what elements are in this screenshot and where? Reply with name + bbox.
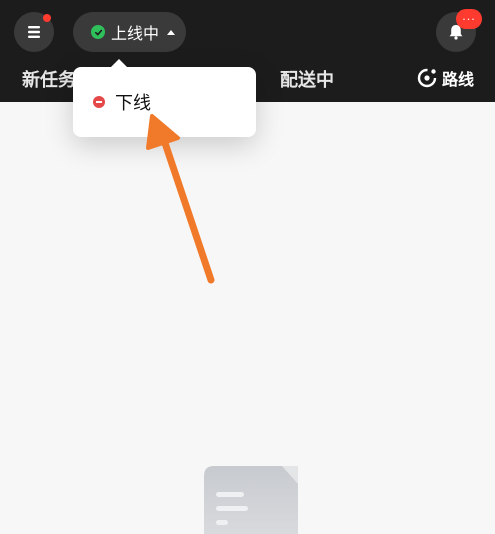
empty-document-icon (204, 466, 298, 534)
